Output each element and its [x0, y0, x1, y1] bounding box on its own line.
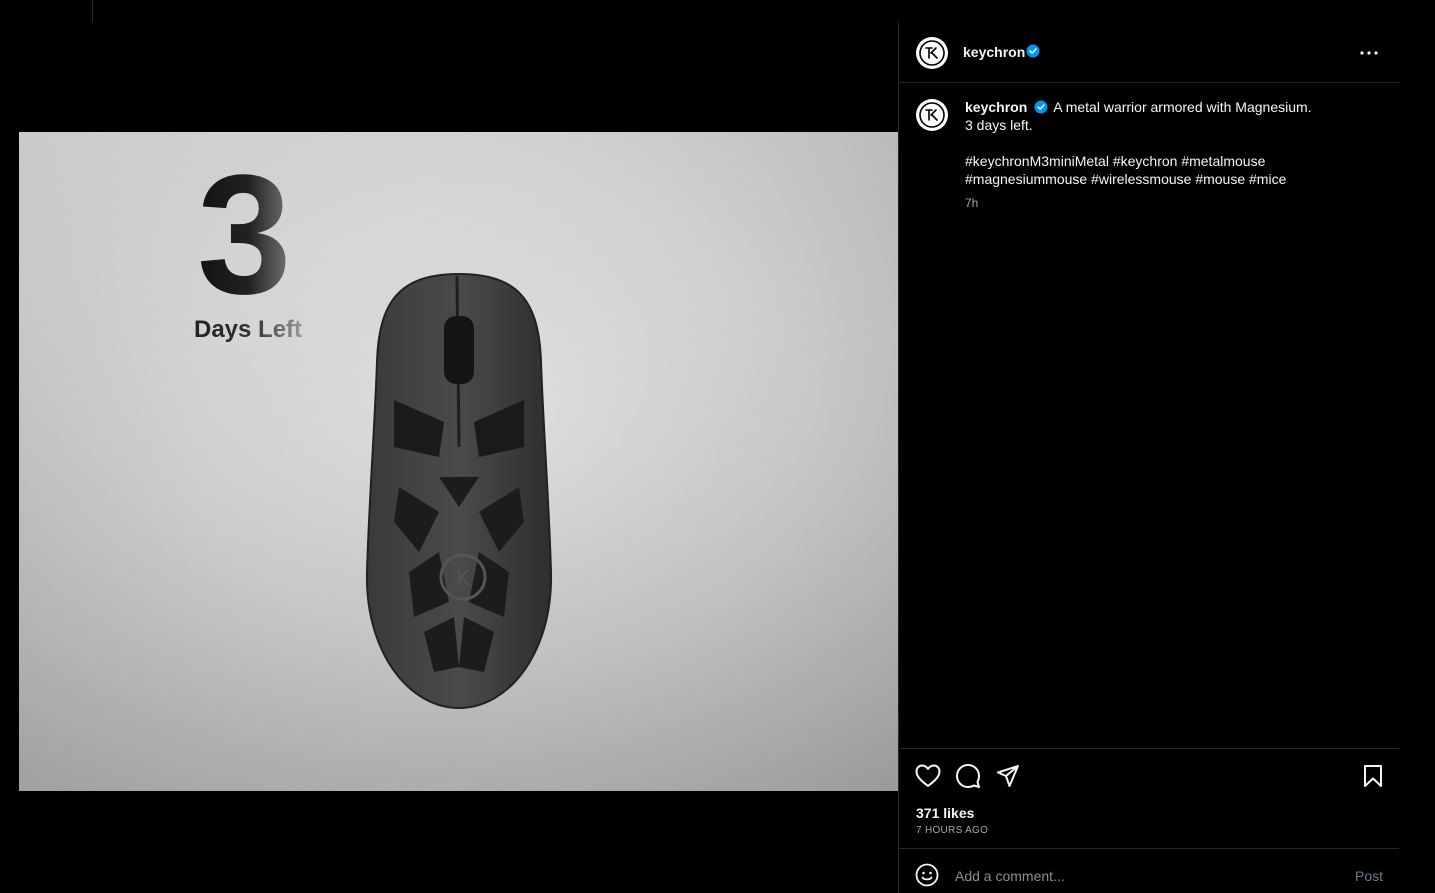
- caption-body: keychron A metal warrior armored with Ma…: [965, 98, 1383, 212]
- window-divider: [92, 0, 93, 22]
- emoji-button[interactable]: [915, 863, 941, 889]
- emoji-icon: [915, 863, 939, 887]
- caption-timestamp: 7h: [965, 196, 979, 210]
- caption-author-avatar[interactable]: [916, 99, 948, 131]
- verified-badge-icon: [1023, 43, 1040, 61]
- countdown-label: Days Left: [194, 316, 303, 343]
- countdown-number: 3: [197, 140, 292, 330]
- like-count[interactable]: 371 likes: [916, 805, 974, 821]
- post-header: keychron: [899, 22, 1399, 83]
- post-image[interactable]: 3 Days Left K: [19, 132, 898, 791]
- comment-button[interactable]: [954, 762, 982, 790]
- svg-text:K: K: [456, 566, 470, 590]
- send-icon: [997, 765, 1019, 787]
- caption-username[interactable]: keychron: [965, 99, 1027, 115]
- verified-badge-icon: [1034, 100, 1048, 114]
- mouse-illustration: K: [365, 272, 553, 710]
- more-options-button[interactable]: [1357, 41, 1381, 65]
- save-button[interactable]: [1359, 762, 1387, 790]
- like-button[interactable]: [914, 762, 942, 790]
- share-button[interactable]: [994, 762, 1022, 790]
- keychron-logo-icon: [919, 102, 945, 128]
- bookmark-icon: [1364, 765, 1382, 787]
- author-avatar[interactable]: [916, 37, 948, 69]
- post-caption: keychron A metal warrior armored with Ma…: [899, 84, 1399, 226]
- comment-composer: Post: [899, 848, 1399, 893]
- post-timestamp: 7 HOURS AGO: [916, 825, 989, 836]
- post-details-panel: keychron keychron A metal warrior armore…: [898, 22, 1399, 893]
- comment-input[interactable]: [955, 865, 1335, 887]
- author-username[interactable]: keychron: [963, 44, 1025, 60]
- post-comment-button[interactable]: Post: [1355, 868, 1383, 884]
- heart-icon: [915, 764, 941, 787]
- more-options-icon: [1360, 51, 1378, 55]
- keychron-logo-icon: [919, 40, 945, 66]
- post-actions: 371 likes 7 HOURS AGO: [899, 748, 1399, 848]
- comment-icon: [956, 764, 980, 788]
